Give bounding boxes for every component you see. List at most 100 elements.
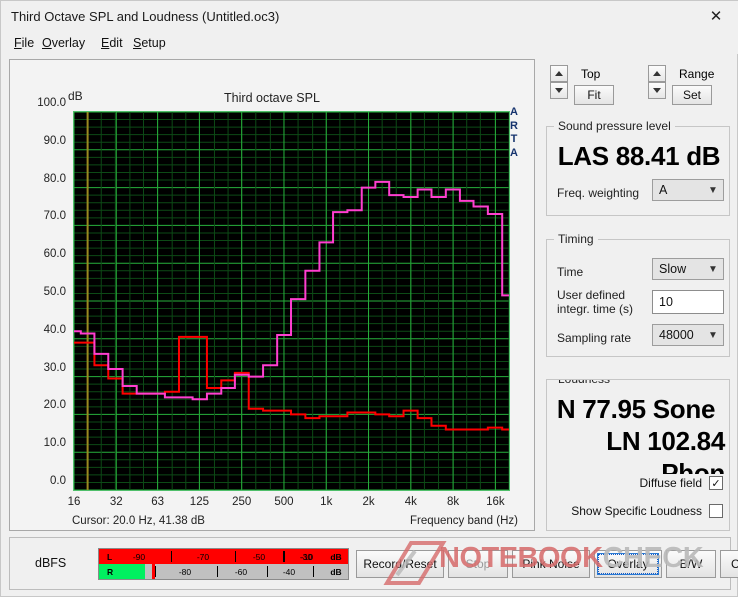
meter-right-channel: R bbox=[107, 567, 113, 577]
stop-label: Stop bbox=[466, 557, 491, 571]
copy-button[interactable]: Copy bbox=[720, 550, 738, 578]
x-tick-label: 125 bbox=[190, 496, 209, 508]
y-tick-label: 0.0 bbox=[12, 475, 66, 487]
pink-noise-button[interactable]: Pink Noise bbox=[512, 550, 590, 578]
record-reset-label: Record/Reset bbox=[363, 557, 436, 571]
x-tick-label: 16 bbox=[68, 496, 81, 508]
meter-tick--80: -80 bbox=[179, 567, 191, 577]
window-title: Third Octave SPL and Loudness (Untitled.… bbox=[11, 9, 279, 24]
timing-group: Timing Time Slow ▼ User defined integr. … bbox=[546, 239, 730, 357]
menu-file[interactable]: File bbox=[11, 35, 37, 51]
sampling-rate-value: 48000 bbox=[653, 328, 703, 342]
integr-label-line1: User defined bbox=[557, 288, 633, 302]
sampling-rate-label: Sampling rate bbox=[557, 331, 631, 345]
menu-overlay[interactable]: Overlay bbox=[39, 35, 88, 51]
y-tick-label: 10.0 bbox=[12, 437, 66, 449]
menu-file-rest: ile bbox=[22, 36, 35, 50]
time-label: Time bbox=[557, 265, 583, 279]
y-tick-label: 80.0 bbox=[12, 173, 66, 185]
x-tick-label: 16k bbox=[486, 496, 505, 508]
meter-tick--40: -40 bbox=[283, 567, 295, 577]
overlay-button[interactable]: Overlay bbox=[594, 550, 662, 578]
range-label: Range bbox=[679, 67, 714, 81]
spl-group: Sound pressure level LAS 88.41 dB Freq. … bbox=[546, 126, 730, 216]
integration-time-input[interactable]: 10 bbox=[652, 290, 724, 314]
spl-plot-svg bbox=[74, 112, 509, 490]
diffuse-field-checkbox[interactable]: ✓ bbox=[709, 476, 723, 490]
close-icon[interactable]: ✕ bbox=[693, 1, 738, 31]
diffuse-field-row[interactable]: Diffuse field ✓ bbox=[547, 476, 723, 490]
y-tick-label: 50.0 bbox=[12, 286, 66, 298]
chevron-down-icon: ▼ bbox=[703, 185, 723, 196]
y-tick-label: 40.0 bbox=[12, 324, 66, 336]
range-set-button[interactable]: Set bbox=[672, 85, 712, 105]
x-tick-label: 8k bbox=[447, 496, 459, 508]
meter-unit-bottom: dB bbox=[330, 567, 341, 577]
level-meter[interactable]: L -90 -70 -50 -30 -10 dB R -80 -60 bbox=[98, 548, 349, 580]
cursor-readout: Cursor: 20.0 Hz, 41.38 dB bbox=[72, 515, 205, 527]
meter-tick--50: -50 bbox=[253, 552, 265, 562]
dbfs-label: dBFS bbox=[35, 556, 66, 570]
loudness-group: Loudness N 77.95 Sone LN 102.84 Phon Dif… bbox=[546, 379, 730, 531]
freq-weighting-label: Freq. weighting bbox=[557, 186, 639, 200]
x-axis-title: Frequency band (Hz) bbox=[410, 515, 518, 527]
stop-button[interactable]: Stop bbox=[448, 550, 508, 578]
meter-tick--70: -70 bbox=[197, 552, 209, 562]
y-tick-label: 100.0 bbox=[12, 97, 66, 109]
top-spinner[interactable] bbox=[550, 65, 568, 99]
menu-edit-rest: dit bbox=[109, 36, 122, 50]
meter-tick--10: -10 bbox=[301, 552, 313, 562]
meter-tick-mark bbox=[155, 566, 156, 577]
y-tick-label: 20.0 bbox=[12, 399, 66, 411]
chevron-down-icon: ▼ bbox=[703, 330, 723, 341]
specific-loudness-row[interactable]: Show Specific Loudness bbox=[547, 504, 723, 518]
overlay-label: Overlay bbox=[598, 554, 657, 574]
diffuse-field-label: Diffuse field bbox=[640, 476, 702, 490]
meter-tick-mark bbox=[284, 551, 285, 562]
menu-setup-rest: etup bbox=[141, 36, 165, 50]
meter-tick-mark bbox=[235, 551, 236, 562]
range-down-icon[interactable] bbox=[648, 82, 666, 99]
loudness-group-caption: Loudness bbox=[554, 379, 614, 386]
spl-group-caption: Sound pressure level bbox=[554, 119, 675, 133]
meter-tick--90: -90 bbox=[133, 552, 145, 562]
y-tick-label: 90.0 bbox=[12, 135, 66, 147]
freq-weighting-select[interactable]: A ▼ bbox=[652, 179, 724, 201]
spl-plot[interactable] bbox=[74, 112, 509, 490]
meter-left-channel: L bbox=[107, 552, 112, 562]
level-meter-right: R -80 -60 -40 dB bbox=[99, 564, 348, 579]
loudness-sone: N 77.95 Sone bbox=[547, 394, 725, 425]
x-axis-labels: 1632631252505001k2k4k8k16k bbox=[10, 496, 536, 512]
bw-button[interactable]: B/W bbox=[666, 550, 716, 578]
top-fit-button[interactable]: Fit bbox=[574, 85, 614, 105]
bw-label: B/W bbox=[680, 557, 703, 571]
top-down-icon[interactable] bbox=[550, 82, 568, 99]
x-tick-label: 1k bbox=[320, 496, 332, 508]
meter-tick-mark bbox=[267, 566, 268, 577]
time-select[interactable]: Slow ▼ bbox=[652, 258, 724, 280]
top-up-icon[interactable] bbox=[550, 65, 568, 82]
specific-loudness-label: Show Specific Loudness bbox=[571, 504, 702, 518]
y-tick-label: 70.0 bbox=[12, 210, 66, 222]
record-reset-button[interactable]: Record/Reset bbox=[356, 550, 444, 578]
time-value: Slow bbox=[653, 262, 703, 276]
chart-panel: dB Third octave SPL ARTA 100.090.080.070… bbox=[9, 59, 535, 531]
menu-setup[interactable]: Setup bbox=[130, 35, 169, 51]
menu-edit[interactable]: Edit bbox=[98, 35, 126, 51]
freq-weighting-value: A bbox=[653, 183, 703, 197]
window-titlebar: Third Octave SPL and Loudness (Untitled.… bbox=[1, 1, 738, 32]
sampling-rate-select[interactable]: 48000 ▼ bbox=[652, 324, 724, 346]
level-meter-left: L -90 -70 -50 -30 -10 dB bbox=[99, 549, 348, 564]
range-spinner[interactable] bbox=[648, 65, 666, 99]
x-tick-label: 2k bbox=[362, 496, 374, 508]
specific-loudness-checkbox[interactable] bbox=[709, 504, 723, 518]
meter-tick--60: -60 bbox=[235, 567, 247, 577]
range-up-icon[interactable] bbox=[648, 65, 666, 82]
copy-label: Copy bbox=[731, 557, 738, 571]
timing-group-caption: Timing bbox=[554, 232, 598, 246]
menu-overlay-rest: verlay bbox=[52, 36, 85, 50]
y-tick-label: 60.0 bbox=[12, 248, 66, 260]
top-label: Top bbox=[581, 67, 600, 81]
x-tick-label: 4k bbox=[405, 496, 417, 508]
level-meter-fill bbox=[99, 564, 145, 579]
